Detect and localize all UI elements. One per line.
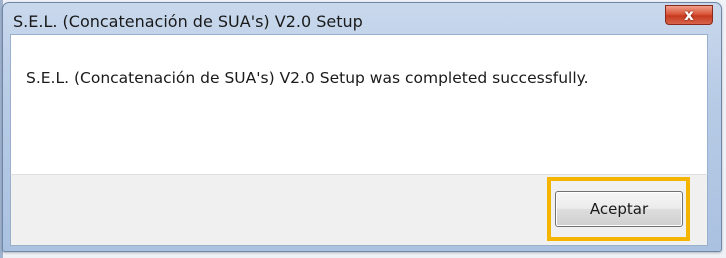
close-icon: x — [684, 5, 694, 24]
window-title: S.E.L. (Concatenación de SUA's) V2.0 Set… — [13, 12, 363, 31]
accept-button[interactable]: Aceptar — [555, 191, 683, 227]
completion-message: S.E.L. (Concatenación de SUA's) V2.0 Set… — [26, 69, 589, 87]
title-bar[interactable]: S.E.L. (Concatenación de SUA's) V2.0 Set… — [3, 3, 721, 37]
close-button[interactable]: x — [665, 5, 713, 25]
message-area — [10, 34, 708, 174]
